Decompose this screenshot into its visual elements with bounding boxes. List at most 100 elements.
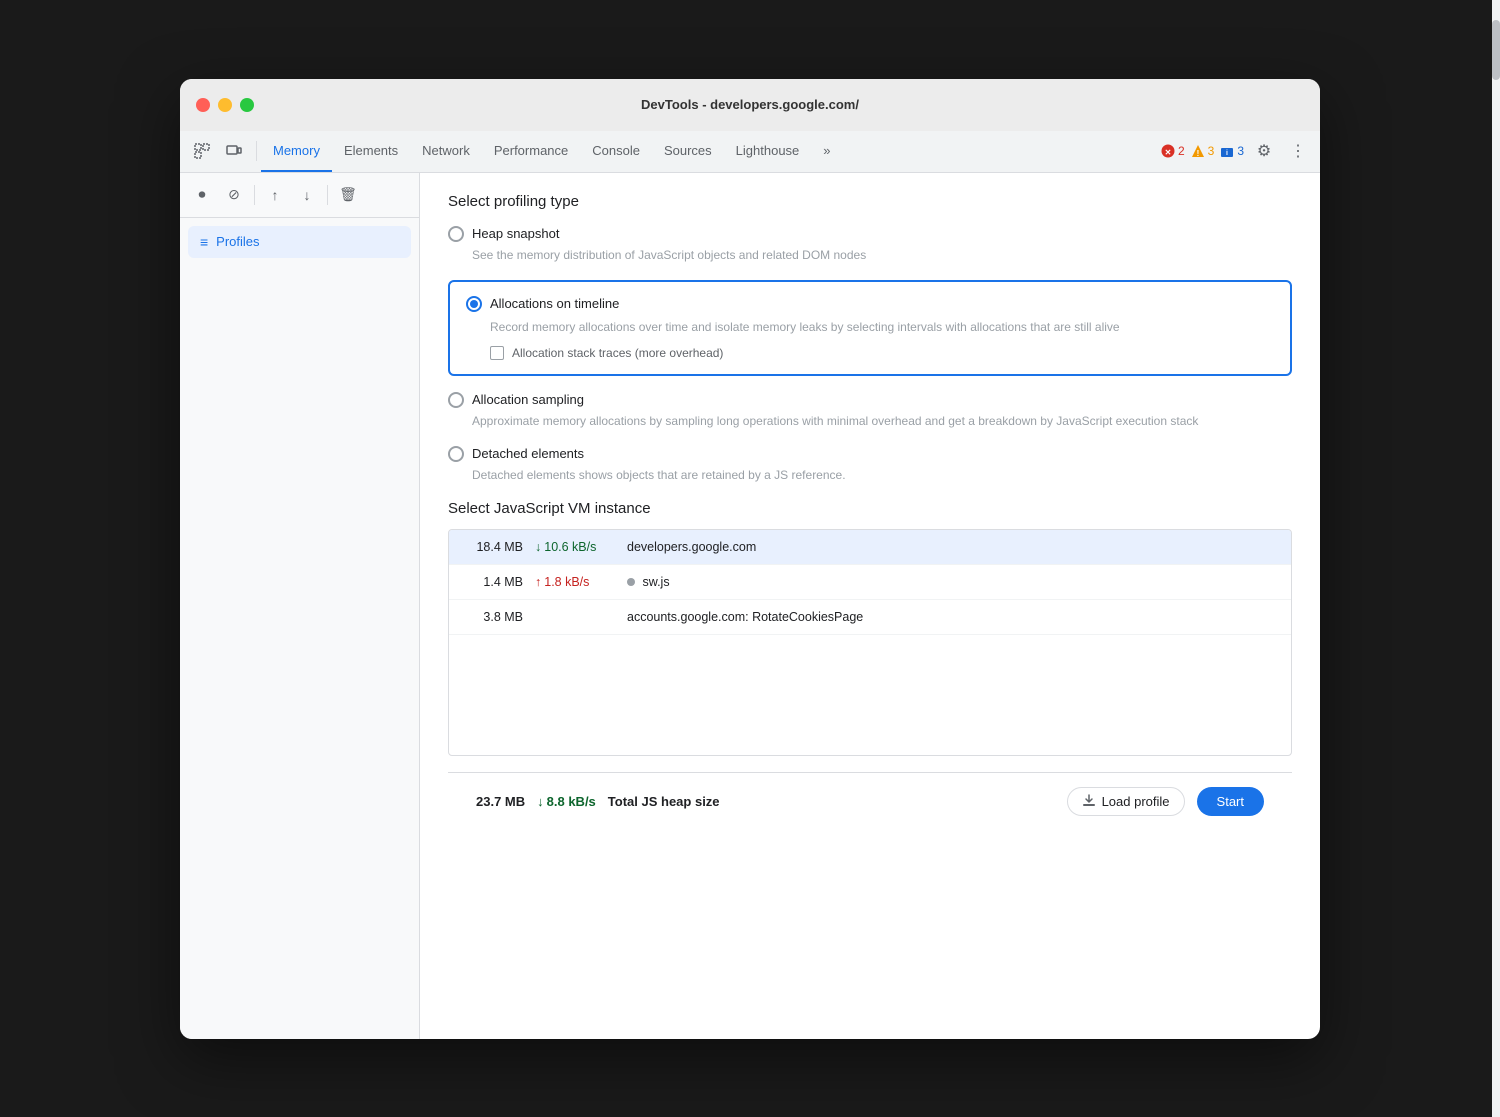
timeline-radio[interactable] bbox=[466, 296, 482, 312]
sidebar-toolbar: ⏺ ⊘ ↑ ↓ 🗑 bbox=[180, 173, 419, 218]
toolbar-divider2 bbox=[327, 185, 328, 205]
settings-icon[interactable]: ⚙ bbox=[1250, 137, 1278, 165]
sidebar-item-profiles[interactable]: ≡ Profiles bbox=[188, 226, 411, 258]
svg-text:i: i bbox=[1226, 150, 1228, 157]
device-icon[interactable] bbox=[220, 137, 248, 165]
record-button[interactable]: ⏺ bbox=[188, 181, 216, 209]
vm-row-0[interactable]: 18.4 MB ↓ 10.6 kB/s developers.google.co… bbox=[449, 530, 1291, 565]
profiles-label: Profiles bbox=[216, 234, 259, 249]
vm-name-0: developers.google.com bbox=[627, 540, 1277, 554]
titlebar: DevTools - developers.google.com/ bbox=[180, 79, 1320, 131]
sampling-header: Allocation sampling bbox=[448, 392, 1292, 408]
vm-dot-1 bbox=[627, 578, 635, 586]
vm-instances-table: 18.4 MB ↓ 10.6 kB/s developers.google.co… bbox=[448, 529, 1292, 756]
traffic-lights bbox=[196, 98, 254, 112]
vm-rate-value-1: 1.8 kB/s bbox=[544, 575, 589, 589]
allocation-stack-traces-label[interactable]: Allocation stack traces (more overhead) bbox=[512, 346, 723, 360]
vm-rate-arrow-1: ↑ bbox=[535, 575, 541, 589]
sidebar: ⏺ ⊘ ↑ ↓ 🗑 ≡ Profiles bbox=[180, 173, 420, 1039]
info-badge[interactable]: i 3 bbox=[1220, 144, 1244, 158]
vm-row-2[interactable]: 3.8 MB accounts.google.com: RotateCookie… bbox=[449, 600, 1291, 635]
devtools-body: ⏺ ⊘ ↑ ↓ 🗑 ≡ Profiles Select profi bbox=[180, 173, 1320, 1039]
detached-label[interactable]: Detached elements bbox=[472, 446, 584, 461]
tab-network[interactable]: Network bbox=[410, 131, 482, 173]
selector-icon[interactable] bbox=[188, 137, 216, 165]
footer: 23.7 MB ↓ 8.8 kB/s Total JS heap size Lo… bbox=[448, 772, 1292, 830]
error-count: 2 bbox=[1178, 144, 1185, 158]
devtools-window: DevTools - developers.google.com/ bbox=[180, 79, 1320, 1039]
start-button[interactable]: Start bbox=[1197, 787, 1264, 816]
info-count: 3 bbox=[1237, 144, 1244, 158]
heap-snapshot-radio[interactable] bbox=[448, 226, 464, 242]
vm-section-title: Select JavaScript VM instance bbox=[448, 500, 1292, 517]
load-button[interactable]: ↑ bbox=[261, 181, 289, 209]
tab-memory[interactable]: Memory bbox=[261, 131, 332, 173]
detached-option: Detached elements Detached elements show… bbox=[448, 446, 1292, 484]
tab-console[interactable]: Console bbox=[580, 131, 652, 173]
heap-snapshot-header: Heap snapshot bbox=[448, 226, 1292, 242]
vm-name-1: sw.js bbox=[627, 575, 1277, 589]
timeline-radio-dot bbox=[470, 300, 478, 308]
allocation-stack-traces-checkbox[interactable] bbox=[490, 346, 504, 360]
sampling-label[interactable]: Allocation sampling bbox=[472, 392, 584, 407]
collect-button[interactable]: 🗑 bbox=[334, 181, 362, 209]
timeline-desc: Record memory allocations over time and … bbox=[490, 318, 1274, 336]
timeline-label[interactable]: Allocations on timeline bbox=[490, 296, 619, 311]
error-badge[interactable]: ✕ 2 bbox=[1161, 144, 1185, 158]
vm-row-1[interactable]: 1.4 MB ↑ 1.8 kB/s sw.js bbox=[449, 565, 1291, 600]
warning-badge[interactable]: ! 3 bbox=[1191, 144, 1215, 158]
sampling-desc: Approximate memory allocations by sampli… bbox=[472, 412, 1292, 430]
tab-bar: Memory Elements Network Performance Cons… bbox=[180, 131, 1320, 173]
warning-count: 3 bbox=[1208, 144, 1215, 158]
total-size: 23.7 MB bbox=[476, 794, 525, 809]
svg-text:!: ! bbox=[1196, 149, 1199, 158]
sampling-option: Allocation sampling Approximate memory a… bbox=[448, 392, 1292, 430]
stop-button[interactable]: ⊘ bbox=[220, 181, 248, 209]
profiles-icon: ≡ bbox=[200, 234, 208, 250]
load-profile-label: Load profile bbox=[1102, 794, 1170, 809]
tab-bar-left-icons bbox=[188, 137, 248, 165]
sidebar-nav: ≡ Profiles bbox=[180, 218, 419, 266]
vm-rate-arrow-0: ↓ bbox=[535, 540, 541, 554]
vm-rate-0: ↓ 10.6 kB/s bbox=[535, 540, 615, 554]
load-profile-button[interactable]: Load profile bbox=[1067, 787, 1185, 816]
total-rate-value: 8.8 kB/s bbox=[547, 794, 596, 809]
sampling-radio[interactable] bbox=[448, 392, 464, 408]
timeline-header: Allocations on timeline bbox=[466, 296, 1274, 312]
tab-more[interactable]: » bbox=[811, 131, 842, 173]
tab-lighthouse[interactable]: Lighthouse bbox=[724, 131, 812, 173]
vm-size-0: 18.4 MB bbox=[463, 540, 523, 554]
save-button[interactable]: ↓ bbox=[293, 181, 321, 209]
toolbar-divider bbox=[254, 185, 255, 205]
vm-rate-1: ↑ 1.8 kB/s bbox=[535, 575, 615, 589]
main-content: Select profiling type Heap snapshot See … bbox=[420, 173, 1320, 1039]
heap-snapshot-option: Heap snapshot See the memory distributio… bbox=[448, 226, 1292, 264]
detached-radio[interactable] bbox=[448, 446, 464, 462]
allocation-stack-traces-row: Allocation stack traces (more overhead) bbox=[490, 346, 1274, 360]
tabs: Memory Elements Network Performance Cons… bbox=[261, 131, 1161, 173]
close-button[interactable] bbox=[196, 98, 210, 112]
timeline-option-box: Allocations on timeline Record memory al… bbox=[448, 280, 1292, 376]
vm-size-1: 1.4 MB bbox=[463, 575, 523, 589]
devtools: Memory Elements Network Performance Cons… bbox=[180, 131, 1320, 1039]
maximize-button[interactable] bbox=[240, 98, 254, 112]
vm-table-empty-space bbox=[449, 635, 1291, 755]
total-rate-arrow: ↓ bbox=[537, 794, 544, 809]
vm-name-text-1: sw.js bbox=[642, 575, 669, 589]
detached-header: Detached elements bbox=[448, 446, 1292, 462]
svg-text:✕: ✕ bbox=[1165, 148, 1172, 157]
heap-snapshot-label[interactable]: Heap snapshot bbox=[472, 226, 559, 241]
tab-performance[interactable]: Performance bbox=[482, 131, 580, 173]
detached-desc: Detached elements shows objects that are… bbox=[472, 466, 1292, 484]
total-rate: ↓ 8.8 kB/s bbox=[537, 794, 596, 809]
minimize-button[interactable] bbox=[218, 98, 232, 112]
vm-rate-value-0: 10.6 kB/s bbox=[544, 540, 596, 554]
load-icon bbox=[1082, 794, 1096, 808]
tab-bar-right: ✕ 2 ! 3 i 3 bbox=[1161, 137, 1312, 165]
more-options-icon[interactable]: ⋮ bbox=[1284, 137, 1312, 165]
tab-elements[interactable]: Elements bbox=[332, 131, 410, 173]
window-title: DevTools - developers.google.com/ bbox=[641, 97, 859, 112]
divider bbox=[256, 141, 257, 161]
total-label: Total JS heap size bbox=[608, 794, 720, 809]
tab-sources[interactable]: Sources bbox=[652, 131, 724, 173]
